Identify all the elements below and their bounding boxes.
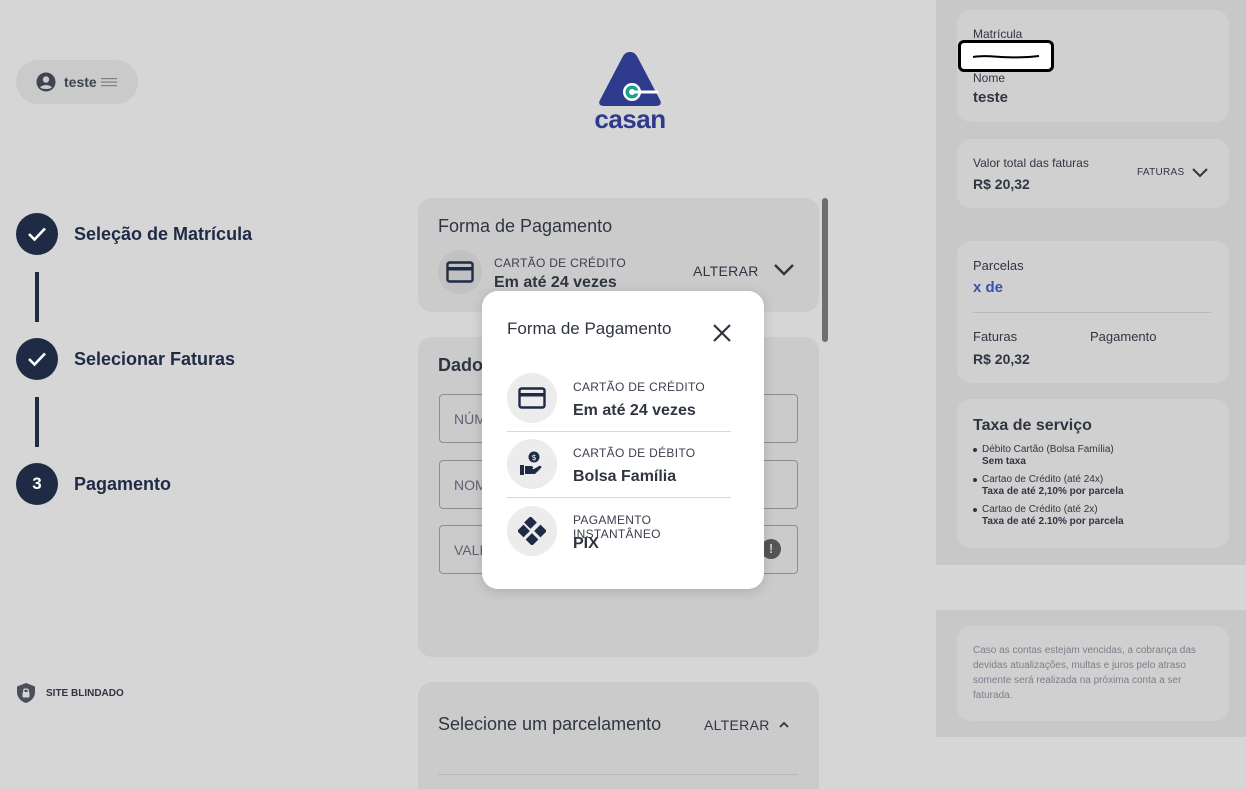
close-icon[interactable] [711, 322, 733, 344]
divider [507, 431, 731, 432]
option-detail: Bolsa Família [573, 468, 677, 485]
option-credit-card[interactable]: CARTÃO DE CRÉDITO Em até 24 vezes [507, 373, 731, 439]
pix-icon [507, 506, 557, 556]
option-debit-card[interactable]: $ CARTÃO DE DÉBITO Bolsa Família [507, 439, 731, 505]
option-type: CARTÃO DE DÉBITO [573, 446, 696, 460]
option-detail: Em até 24 vezes [573, 402, 696, 419]
payment-method-modal: Forma de Pagamento CARTÃO DE CRÉDITO Em … [482, 291, 764, 589]
option-type: CARTÃO DE CRÉDITO [573, 380, 706, 394]
modal-title: Forma de Pagamento [507, 319, 672, 338]
option-detail: PIX [573, 535, 599, 552]
svg-text:$: $ [531, 453, 536, 462]
divider [507, 497, 731, 498]
hand-coin-icon: $ [507, 439, 557, 489]
credit-card-icon [507, 373, 557, 423]
option-pix[interactable]: PAGAMENTO INSTANTÂNEO PIX [507, 506, 731, 572]
